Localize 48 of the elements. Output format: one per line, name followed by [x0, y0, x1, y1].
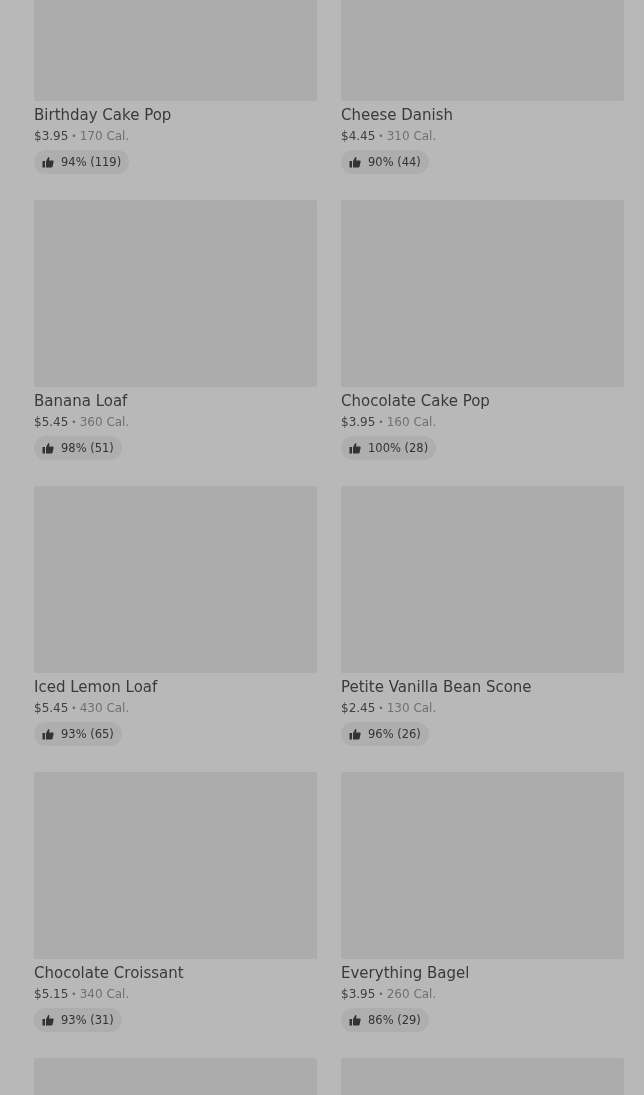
thumbs-up-icon	[349, 442, 361, 454]
thumbs-up-icon	[349, 1014, 361, 1026]
separator-dot: •	[71, 702, 77, 715]
product-price: $5.45	[34, 700, 69, 716]
product-price: $2.45	[341, 700, 376, 716]
separator-dot: •	[378, 988, 384, 1001]
product-calories: 160 Cal.	[386, 414, 437, 430]
separator-dot: •	[71, 988, 77, 1001]
product-name: Iced Lemon Loaf	[34, 678, 158, 696]
rating-badge: 93% (65)	[34, 722, 122, 746]
thumbs-up-icon	[42, 156, 54, 168]
thumbs-up-icon	[349, 728, 361, 740]
thumbs-up-icon	[42, 442, 54, 454]
product-price: $3.95	[34, 128, 69, 144]
product-name: Birthday Cake Pop	[34, 106, 172, 124]
product-price: $5.45	[34, 414, 69, 430]
thumbs-up-icon	[42, 1014, 54, 1026]
product-name: Chocolate Cake Pop	[341, 392, 490, 410]
thumbs-up-icon	[42, 728, 54, 740]
rating-badge: 100% (28)	[341, 436, 437, 460]
rating-badge: 93% (31)	[34, 1008, 122, 1032]
product-name: Banana Loaf	[34, 392, 128, 410]
rating-badge: 98% (51)	[34, 436, 122, 460]
product-name: Chocolate Croissant	[34, 964, 184, 982]
separator-dot: •	[378, 416, 384, 429]
product-calories: 340 Cal.	[79, 986, 130, 1002]
rating-badge: 86% (29)	[341, 1008, 429, 1032]
separator-dot: •	[71, 416, 77, 429]
product-calories: 430 Cal.	[79, 700, 130, 716]
product-calories: 310 Cal.	[386, 128, 437, 144]
product-calories: 170 Cal.	[79, 128, 130, 144]
product-calories: 260 Cal.	[386, 986, 437, 1002]
product-name: Cheese Danish	[341, 106, 453, 124]
rating-badge: 90% (44)	[341, 150, 429, 174]
product-price: $4.45	[341, 128, 376, 144]
separator-dot: •	[71, 130, 77, 143]
product-price: $5.15	[34, 986, 69, 1002]
thumbs-up-icon	[349, 156, 361, 168]
rating-badge: 96% (26)	[341, 722, 429, 746]
separator-dot: •	[378, 702, 384, 715]
product-calories: 130 Cal.	[386, 700, 437, 716]
product-price: $3.95	[341, 414, 376, 430]
product-name: Everything Bagel	[341, 964, 470, 982]
product-calories: 360 Cal.	[79, 414, 130, 430]
product-name: Petite Vanilla Bean Scone	[341, 678, 532, 696]
separator-dot: •	[378, 130, 384, 143]
rating-badge: 94% (119)	[34, 150, 130, 174]
product-price: $3.95	[341, 986, 376, 1002]
